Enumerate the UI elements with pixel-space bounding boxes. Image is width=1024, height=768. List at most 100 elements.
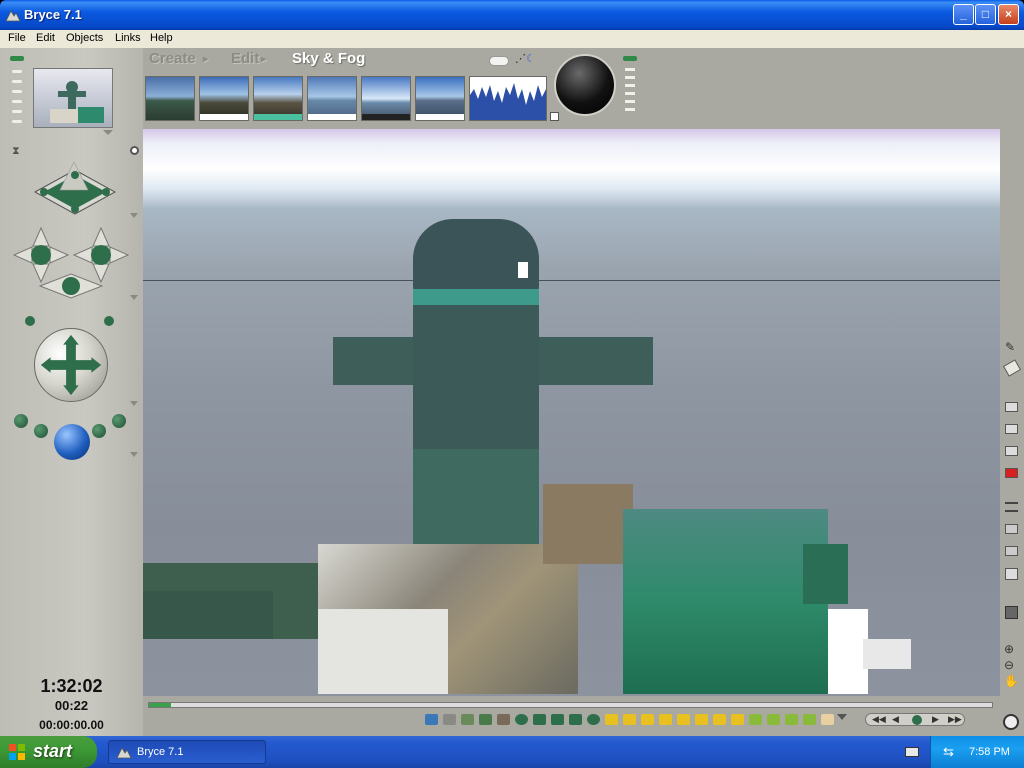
menu-edit[interactable]: Edit xyxy=(36,32,55,44)
tool-material-1[interactable] xyxy=(425,714,438,725)
tool-yellow-3[interactable] xyxy=(641,714,654,725)
sky-preset-5[interactable] xyxy=(361,76,411,121)
close-button[interactable]: × xyxy=(998,4,1019,25)
sky-preset-3[interactable] xyxy=(253,76,303,121)
hourglass-icon[interactable]: ⧗ xyxy=(12,145,24,157)
tool-cone[interactable] xyxy=(569,714,582,725)
pan-dot-right[interactable] xyxy=(104,316,114,326)
step-forward-button[interactable]: ▶ xyxy=(932,714,939,725)
view-selector[interactable] xyxy=(10,56,24,131)
hand-pan-icon[interactable]: ✋ xyxy=(1004,674,1019,688)
tool-green-2[interactable] xyxy=(767,714,780,725)
histogram-swatch[interactable] xyxy=(550,112,559,121)
tool-green-3[interactable] xyxy=(785,714,798,725)
background-icon[interactable] xyxy=(1005,546,1018,556)
tool-sphere[interactable] xyxy=(515,714,528,725)
zoom-dot-4[interactable] xyxy=(112,414,126,428)
step-back-button[interactable]: ◀ xyxy=(892,714,899,725)
pad-menu-arrow[interactable] xyxy=(130,295,138,300)
sky-preset-4[interactable] xyxy=(307,76,357,121)
nano-preview[interactable] xyxy=(33,68,113,128)
tools-menu-arrow[interactable] xyxy=(837,714,847,720)
bryce-app-icon xyxy=(5,10,21,22)
tool-material-2[interactable] xyxy=(443,714,456,725)
render-clock: 1:32:02 xyxy=(40,676,103,696)
menu-links[interactable]: Links xyxy=(115,32,141,44)
sky-preset-2[interactable] xyxy=(199,76,249,121)
view-mode-3-icon[interactable] xyxy=(1005,446,1018,456)
pan-dot-left[interactable] xyxy=(25,316,35,326)
fast-forward-button[interactable]: ▶▶ xyxy=(948,714,962,725)
zoom-out-icon[interactable]: ⊖ xyxy=(1004,658,1014,672)
menu-file[interactable]: File xyxy=(8,32,26,44)
cloud-histogram[interactable] xyxy=(469,76,547,121)
camera-view-control[interactable] xyxy=(30,160,120,220)
zoom-dot-2[interactable] xyxy=(34,424,48,438)
zoom-dot-1[interactable] xyxy=(14,414,28,428)
fov-menu-arrow[interactable] xyxy=(130,452,138,457)
camera-xy-pad[interactable] xyxy=(38,272,104,300)
sky-preset-1[interactable] xyxy=(145,76,195,121)
tool-cylinder[interactable] xyxy=(551,714,564,725)
menu-objects[interactable]: Objects xyxy=(66,32,103,44)
statue-head xyxy=(413,219,539,293)
play-button[interactable] xyxy=(912,715,922,725)
render-radio-button[interactable] xyxy=(130,146,139,155)
tab-create[interactable]: Create xyxy=(149,50,196,67)
zoom-dot-3[interactable] xyxy=(92,424,106,438)
tool-yellow-4[interactable] xyxy=(659,714,672,725)
tool-green-1[interactable] xyxy=(749,714,762,725)
sun-position-dial[interactable] xyxy=(554,54,616,116)
sky-preset-6[interactable] xyxy=(415,76,465,121)
record-icon[interactable] xyxy=(1005,468,1018,478)
cube-icon[interactable] xyxy=(1005,606,1018,619)
animation-timeline[interactable] xyxy=(148,702,993,708)
list-view-icon[interactable] xyxy=(1005,502,1018,512)
tab-edit[interactable]: Edit xyxy=(231,50,259,67)
tab-sky-fog[interactable]: Sky & Fog xyxy=(292,50,365,67)
tool-yellow-2[interactable] xyxy=(623,714,636,725)
menu-help[interactable]: Help xyxy=(150,32,173,44)
maximize-button[interactable]: □ xyxy=(975,4,996,25)
tool-yellow-1[interactable] xyxy=(605,714,618,725)
windows-taskbar: start Bryce 7.1 ⇆ 7:58 PM xyxy=(0,736,1024,768)
eraser-icon[interactable] xyxy=(1002,359,1022,377)
cloud-icon[interactable] xyxy=(489,56,509,66)
window-title: Bryce 7.1 xyxy=(24,7,82,22)
tool-rock[interactable] xyxy=(497,714,510,725)
camera-menu-arrow[interactable] xyxy=(130,213,138,218)
foliage-light-2 xyxy=(863,639,911,669)
zoom-in-icon[interactable]: ⊕ xyxy=(1004,642,1014,656)
perspective-icon[interactable] xyxy=(1005,524,1018,534)
tray-clock[interactable]: 7:58 PM xyxy=(969,746,1010,758)
ground-strip-ext xyxy=(143,591,273,639)
tool-green-4[interactable] xyxy=(803,714,816,725)
view-mode-1-icon[interactable] xyxy=(1005,402,1018,412)
view-mode-2-icon[interactable] xyxy=(1005,424,1018,434)
network-icon[interactable]: ⇆ xyxy=(943,744,954,760)
tool-cube[interactable] xyxy=(533,714,546,725)
tool-paint[interactable] xyxy=(821,714,834,725)
tool-yellow-7[interactable] xyxy=(713,714,726,725)
tool-tree[interactable] xyxy=(479,714,492,725)
paint-brush-icon[interactable]: ✎ xyxy=(1005,340,1019,354)
sun-moon-toggle-icon[interactable]: ⋰☾ xyxy=(515,52,545,72)
tool-torus[interactable] xyxy=(587,714,600,725)
taskbar-app-button[interactable]: Bryce 7.1 xyxy=(108,740,266,764)
rewind-button[interactable]: ◀◀ xyxy=(872,714,886,725)
trackball-menu-arrow[interactable] xyxy=(130,401,138,406)
camera-trackball[interactable] xyxy=(34,328,108,402)
render-viewport[interactable] xyxy=(143,129,1000,696)
minimize-button[interactable]: _ xyxy=(953,4,974,25)
tool-yellow-8[interactable] xyxy=(731,714,744,725)
keyboard-icon[interactable] xyxy=(905,747,919,757)
nano-preview-menu-arrow[interactable] xyxy=(103,130,113,135)
display-options-icon[interactable] xyxy=(1005,568,1018,580)
start-button[interactable]: start xyxy=(0,736,97,768)
tool-yellow-6[interactable] xyxy=(695,714,708,725)
tool-terrain[interactable] xyxy=(461,714,474,725)
field-of-view-ball[interactable] xyxy=(54,424,90,460)
globe-icon[interactable] xyxy=(1003,714,1019,730)
tool-yellow-5[interactable] xyxy=(677,714,690,725)
palette-scroll[interactable] xyxy=(623,56,637,126)
